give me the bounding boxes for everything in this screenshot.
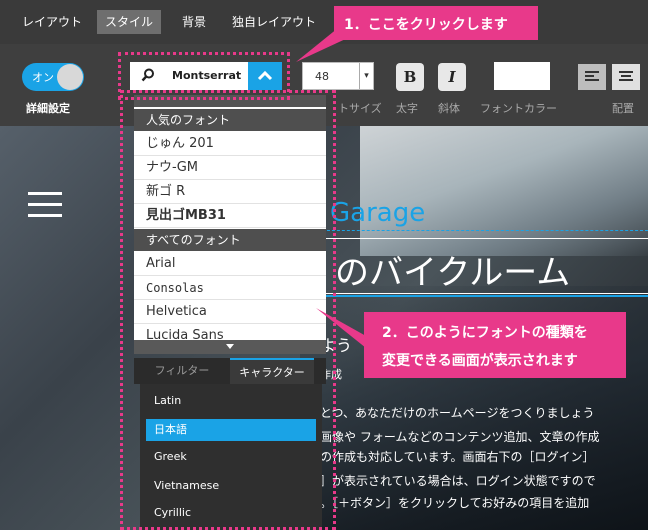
callout-step-2-line-2: 変更できる画面が表示されます: [382, 353, 578, 369]
callout-step-1-text: 1．ここをクリックします: [344, 17, 508, 33]
callout-step-2: 2．このようにフォントの種類を 変更できる画面が表示されます: [364, 312, 626, 378]
callout-step-1: 1．ここをクリックします: [334, 6, 538, 40]
callout-step-2-line-1: 2．このようにフォントの種類を: [382, 325, 588, 341]
callout-arrows: [296, 28, 366, 348]
